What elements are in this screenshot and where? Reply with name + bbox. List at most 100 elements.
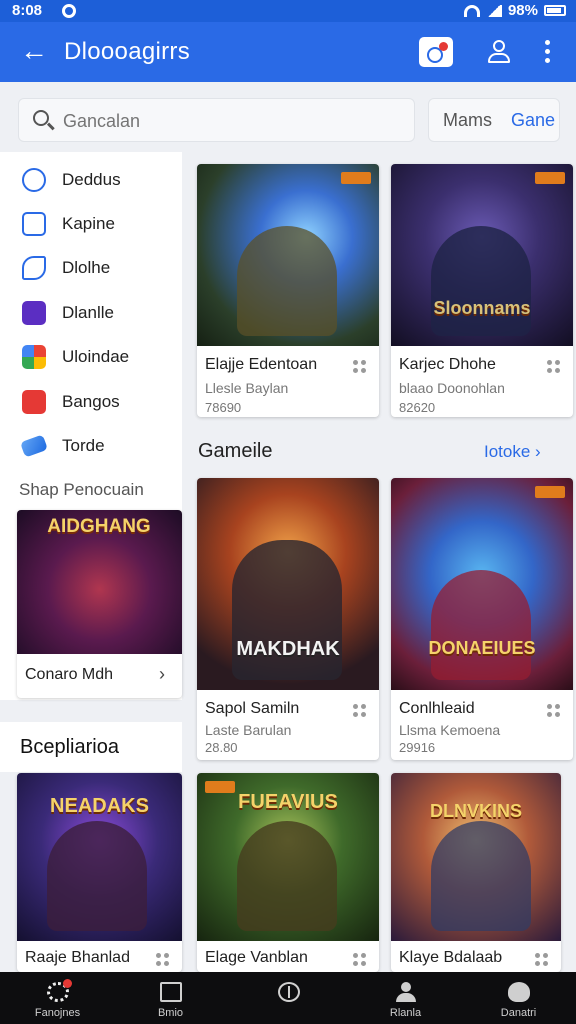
sidebar-item-2[interactable]: Kapine — [0, 204, 182, 244]
sidebar-item-6[interactable]: Bangos — [0, 382, 182, 422]
nav-item-4[interactable]: Rlanla — [348, 972, 463, 1024]
more-vert-icon[interactable] — [541, 40, 553, 66]
shop-section-title: Shap Penocuain — [19, 480, 144, 499]
promo-card[interactable]: AIDGHANG Conaro Mdh › — [17, 510, 182, 698]
game-card[interactable]: DONAEIUES Conlhleaid Llsma Kemoena 29916 — [391, 478, 573, 760]
battery-icon — [544, 5, 566, 16]
notifications-icon[interactable] — [419, 37, 453, 67]
sidebar-item-3[interactable]: Dlolhe — [0, 248, 182, 288]
sidebar-item-4[interactable]: Dlanlle — [0, 293, 182, 333]
game-banner-text: FUEAVIUS — [238, 791, 338, 813]
chevron-right-icon: › — [535, 442, 541, 461]
game-publisher: Laste Barulan — [205, 722, 292, 738]
nav-item-5[interactable]: Danatri — [461, 972, 576, 1024]
back-arrow-icon[interactable]: ← — [20, 36, 48, 66]
sidebar-item-5[interactable]: Uloindae — [0, 337, 182, 377]
game-title: Klaye Bdalaab — [399, 949, 503, 966]
game-title: Elage Vanblan — [205, 949, 308, 966]
options-icon[interactable] — [353, 704, 367, 718]
section-title: Gameile — [198, 440, 273, 462]
sidebar-item-label: Dlanlle — [62, 303, 114, 322]
options-icon[interactable] — [547, 704, 561, 718]
game-artwork: FUEAVIUS — [197, 773, 379, 941]
status-bar: 8:08 98% — [0, 0, 576, 22]
game-card[interactable]: Sloonnams Karjec Dhohe blaao Doonohlan 8… — [391, 164, 573, 417]
sidebar-item-1[interactable]: Deddus — [0, 160, 182, 200]
settings-ring-icon — [22, 168, 46, 192]
game-title: Sapol Samiln — [205, 700, 300, 717]
special-section-header: Bcepliarioa — [0, 722, 182, 772]
bottom-nav: Fanojnes Bmio Rlanla Danatri — [0, 972, 576, 1024]
person-icon — [395, 982, 417, 1002]
game-publisher: Llesle Baylan — [205, 380, 289, 396]
see-more-label: Iotoke — [484, 442, 531, 461]
game-price: 78690 — [205, 400, 242, 415]
game-card[interactable]: NEADAKS Raaje Bhanlad — [17, 773, 182, 972]
game-banner-text: DLNVKINS — [429, 801, 522, 821]
phone-icon — [22, 256, 46, 280]
game-card[interactable]: DLNVKINS Klaye Bdalaab — [391, 773, 561, 972]
nav-item-2[interactable]: Bmio — [113, 972, 228, 1024]
nav-label: Fanojnes — [34, 1007, 81, 1019]
sidebar-item-7[interactable]: Torde — [0, 426, 182, 466]
game-price: 29916 — [399, 740, 436, 755]
app-bar: ← Dloooagirrs — [0, 22, 576, 82]
status-icons: 98% — [463, 2, 566, 19]
wifi-icon — [463, 4, 480, 17]
game-badge — [535, 172, 565, 184]
game-price: 82620 — [399, 400, 436, 415]
game-banner-text: MAKDHAK — [236, 638, 340, 660]
game-price: 28.80 — [205, 740, 238, 755]
game-banner-text: NEADAKS — [50, 795, 149, 817]
game-card[interactable]: MAKDHAK Sapol Samiln Laste Barulan 28.80 — [197, 478, 379, 760]
game-publisher: blaao Doonohlan — [399, 380, 505, 396]
compass-icon — [278, 982, 300, 1002]
game-badge — [341, 172, 371, 184]
game-title: Conlhleaid — [399, 700, 475, 717]
search-icon — [33, 110, 49, 126]
section-title: Bcepliarioa — [20, 736, 119, 758]
face-icon — [508, 982, 530, 1002]
game-title: Karjec Dhohe — [399, 356, 496, 373]
blue-tag-icon — [19, 434, 49, 458]
game-badge — [535, 486, 565, 498]
square-icon — [160, 982, 182, 1002]
red-diamond-icon — [22, 390, 46, 414]
options-icon[interactable] — [156, 953, 170, 967]
game-banner-text: DONAEIUES — [428, 638, 536, 658]
chevron-right-icon[interactable]: › — [159, 664, 165, 685]
sidebar-item-label: Torde — [62, 436, 105, 455]
frame-icon — [22, 212, 46, 236]
nav-item-1[interactable]: Fanojnes — [0, 972, 115, 1024]
game-title: Elajje Edentoan — [205, 356, 318, 373]
page-title: Dloooagirrs — [64, 38, 191, 65]
filter-option-right[interactable]: Gane — [511, 110, 555, 131]
google-icon — [22, 345, 46, 369]
search-input[interactable] — [63, 107, 403, 135]
options-icon[interactable] — [535, 953, 549, 967]
game-artwork: DLNVKINS — [391, 773, 561, 941]
game-card[interactable]: Elajje Edentoan Llesle Baylan 78690 — [197, 164, 379, 417]
game-publisher: Llsma Kemoena — [399, 722, 501, 738]
game-artwork — [197, 164, 379, 346]
account-icon[interactable] — [486, 38, 512, 66]
filter-option-left[interactable]: Mams — [443, 110, 492, 131]
nav-label: Danatri — [500, 1007, 537, 1019]
filter-toggle[interactable]: Mams Gane — [428, 98, 560, 142]
options-icon[interactable] — [547, 360, 561, 374]
search-bar[interactable] — [18, 98, 415, 142]
game-card[interactable]: FUEAVIUS Elage Vanblan — [197, 773, 379, 972]
game-artwork: NEADAKS — [17, 773, 182, 941]
promo-banner-text: AIDGHANG — [47, 516, 151, 537]
nav-label: Rlanla — [389, 1007, 422, 1019]
battery-percent: 98% — [507, 2, 538, 19]
see-more-link[interactable]: Iotoke › — [484, 442, 541, 462]
nav-item-3[interactable] — [231, 972, 346, 1024]
game-artwork: Sloonnams — [391, 164, 573, 346]
options-icon[interactable] — [353, 360, 367, 374]
status-time: 8:08 — [12, 2, 43, 19]
sidebar-item-label: Kapine — [62, 214, 115, 233]
sidebar-item-label: Uloindae — [62, 347, 130, 366]
notification-dot-icon — [62, 4, 76, 18]
options-icon[interactable] — [353, 953, 367, 967]
